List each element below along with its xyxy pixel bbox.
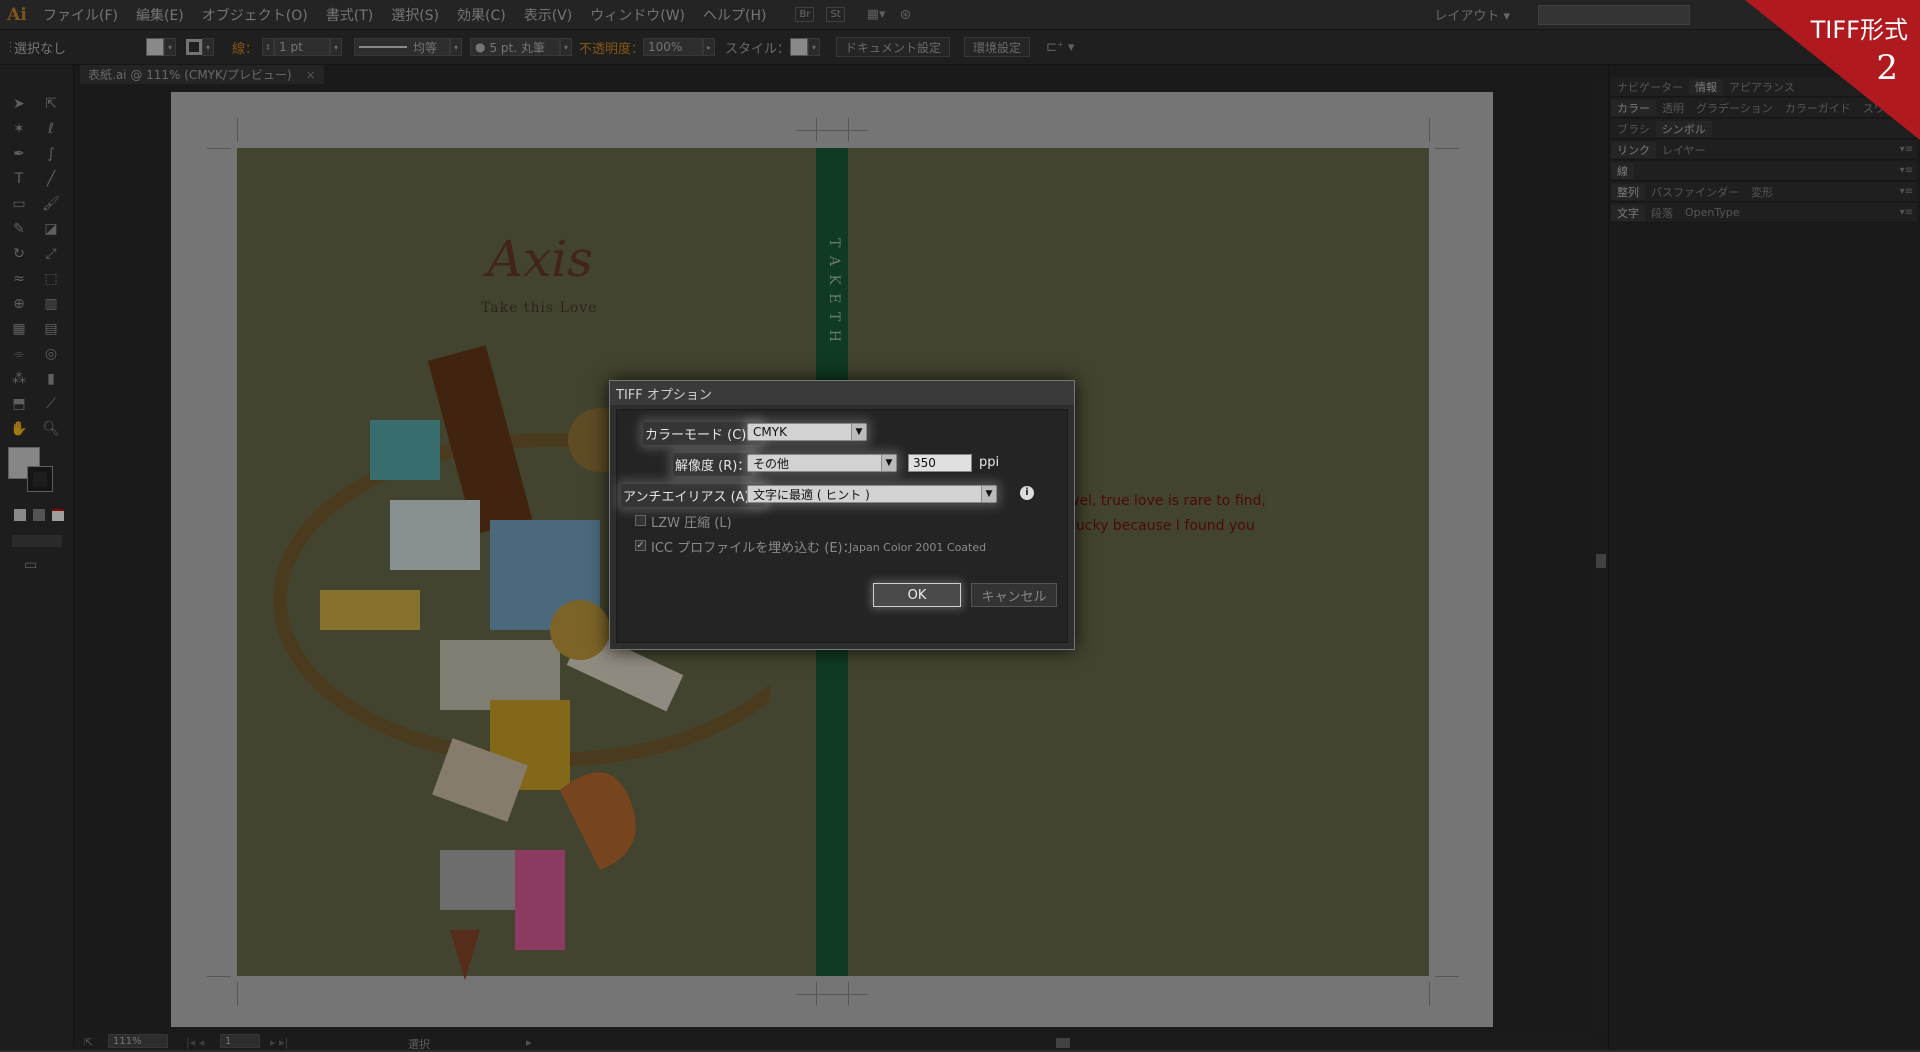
resolution-label: 解像度 (R)： [673,453,753,476]
dialog-body: カラーモード (C)： CMYK ▼ 解像度 (R)： その他 ▼ 350 ppi … [616,409,1068,643]
color-mode-select[interactable]: CMYK ▼ [747,423,867,441]
info-icon[interactable]: i [1020,486,1034,500]
icc-profile-name: Japan Color 2001 Coated [849,541,987,554]
antialias-label: アンチエイリアス (A)： [621,484,765,507]
ok-button[interactable]: OK [873,583,961,607]
lzw-label: LZW 圧縮 (L) [651,516,732,531]
tiff-options-dialog: TIFF オプション カラーモード (C)： CMYK ▼ 解像度 (R)： その… [609,380,1075,650]
resolution-ppi-input[interactable]: 350 [908,454,972,472]
color-mode-label: カラーモード (C)： [643,422,762,445]
cancel-button[interactable]: キャンセル [971,583,1057,607]
icc-label: ICC プロファイルを埋め込む (E)： [651,541,856,556]
badge-title: TIFF形式 [1810,16,1908,44]
antialias-select[interactable]: 文字に最適 ( ヒント ) ▼ [747,485,997,503]
ppi-unit-label: ppi [979,455,1000,470]
dialog-title: TIFF オプション [610,381,1074,405]
lzw-checkbox[interactable] [635,515,646,526]
badge-step-number: 2 [1876,48,1898,88]
resolution-select[interactable]: その他 ▼ [747,454,897,472]
icc-checkbox[interactable]: ✓ [635,540,646,551]
